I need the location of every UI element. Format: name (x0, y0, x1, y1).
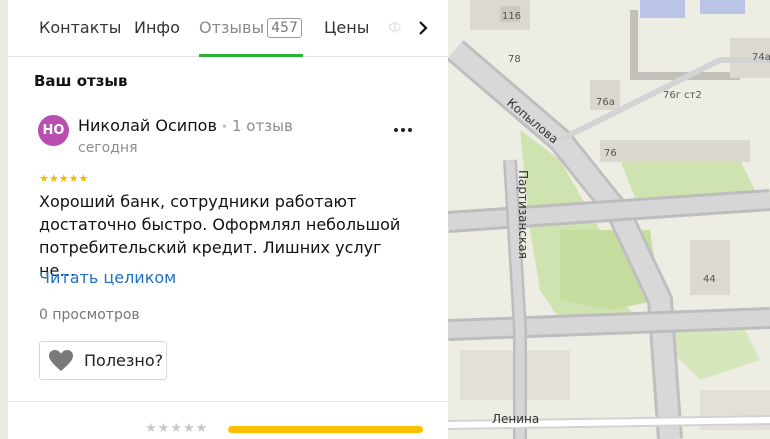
tab-contacts[interactable]: Контакты (39, 0, 121, 57)
tab-prices[interactable]: Цены (324, 0, 369, 57)
rating-bar (228, 426, 423, 433)
useful-button[interactable]: Полезно? (39, 341, 167, 380)
useful-label: Полезно? (84, 351, 164, 370)
tab-info[interactable]: Инфо (134, 0, 180, 57)
reviews-count-badge: 457 (267, 18, 302, 38)
star-outline-icon: ★ (157, 421, 171, 436)
star-outline-icon: ★ (170, 421, 183, 436)
author-name[interactable]: Николай Осипов (78, 116, 217, 135)
tab-reviews[interactable]: Отзывы 457 (199, 0, 302, 57)
star-outline-icon: ★ (195, 421, 209, 436)
star-outline-icon: ★ (145, 421, 158, 436)
chevron-right-icon (419, 21, 428, 35)
map-building-number: 76а (596, 97, 615, 108)
more-options-button[interactable] (388, 120, 418, 140)
star-icon: ★ (48, 172, 59, 185)
map-building-number: 78 (508, 54, 521, 65)
tabs-scroll-right-button[interactable] (408, 12, 438, 44)
star-icon: ★ (39, 172, 49, 185)
active-tab-indicator (199, 54, 303, 57)
tab-bar: Контакты Инфо Отзывы457 Цены Ф (8, 0, 448, 57)
star-icon: ★ (68, 172, 79, 185)
map-building-number: 76г ст2 (663, 90, 702, 101)
next-review-stars[interactable]: ★★★★★ (145, 421, 208, 436)
star-icon: ★ (58, 172, 69, 185)
review-views: 0 просмотров (39, 307, 140, 323)
author-line: Николай Осипов • 1 отзыв (78, 116, 293, 135)
map-building-number: 116 (502, 11, 521, 22)
author-separator: • (220, 120, 228, 134)
more-dots-icon (401, 128, 405, 132)
more-dots-icon (394, 128, 398, 132)
star-icon: ★ (78, 172, 89, 185)
map-street-label: Партизанская (516, 170, 530, 259)
your-review-heading: Ваш отзыв (34, 72, 128, 90)
place-card-panel: Контакты Инфо Отзывы457 Цены Ф Ваш отзыв… (8, 0, 448, 439)
more-dots-icon (408, 128, 412, 132)
map-building-number: 44 (703, 274, 716, 285)
heart-icon (49, 350, 73, 371)
map-street-label: Ленина (492, 412, 539, 426)
tab-reviews-label: Отзывы (199, 18, 265, 37)
author-review-count: 1 отзыв (231, 117, 293, 135)
star-outline-icon: ★ (182, 421, 196, 436)
map-building-number: 76 (604, 148, 617, 159)
divider (8, 401, 448, 402)
avatar[interactable]: НО (38, 115, 69, 146)
review-rating-stars: ★★★★★ (39, 172, 88, 185)
review-date: сегодня (78, 140, 138, 156)
map-building-number: 74а (752, 52, 770, 63)
read-more-link[interactable]: Читать целиком (39, 268, 176, 287)
